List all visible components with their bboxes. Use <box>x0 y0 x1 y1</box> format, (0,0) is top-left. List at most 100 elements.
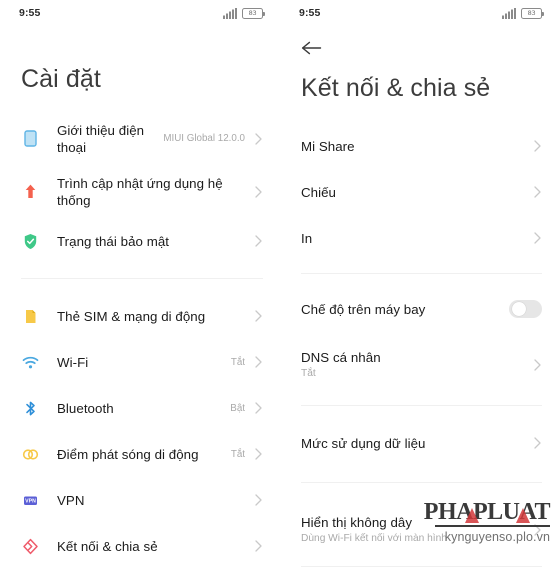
settings-row-text: Thẻ SIM & mạng di động <box>57 308 245 325</box>
chevron-right-icon <box>254 402 263 414</box>
row-text: Mi Share <box>301 138 533 155</box>
back-arrow-icon[interactable] <box>301 40 322 61</box>
chevron-right-icon <box>254 494 263 506</box>
chevron-right-icon <box>533 437 542 449</box>
row-cast[interactable]: Chiếu <box>280 169 559 215</box>
settings-row-label: Trạng thái bảo mật <box>57 233 170 249</box>
settings-row-label: Thẻ SIM & mạng di động <box>57 308 206 324</box>
chevron-right-icon <box>533 140 542 152</box>
status-clock: 9:55 <box>19 7 41 19</box>
chevron-right-icon <box>254 310 263 322</box>
status-clock: 9:55 <box>299 7 321 19</box>
settings-row-value: Tắt <box>230 448 245 460</box>
row-text: Chiếu <box>301 184 533 201</box>
row-label: Mi Share <box>301 138 355 154</box>
settings-row-security-status[interactable]: Trạng thái bảo mật <box>0 218 280 264</box>
connection-share-icon <box>21 537 57 556</box>
system-update-icon <box>21 182 57 201</box>
chevron-right-icon <box>254 185 263 198</box>
hotspot-icon <box>21 445 57 464</box>
settings-row-text: Giới thiệu điện thoại <box>57 122 163 156</box>
settings-row-about-phone[interactable]: Giới thiệu điện thoại MIUI Global 12.0.0 <box>0 112 280 165</box>
list-divider <box>301 482 542 483</box>
settings-row-text: Trạng thái bảo mật <box>57 233 245 250</box>
list-divider <box>301 273 542 274</box>
status-indicators: 83 <box>223 7 266 19</box>
settings-row-mobile-hotspot[interactable]: Điểm phát sóng di động Tắt <box>0 431 280 477</box>
back-button[interactable] <box>280 26 559 56</box>
battery-icon: 83 <box>242 7 266 19</box>
page-title: Cài đặt <box>21 65 101 93</box>
page-title: Kết nối & chia sẻ <box>301 74 491 102</box>
row-text: In <box>301 230 533 247</box>
row-sublabel: Tắt <box>301 367 316 379</box>
list-divider <box>301 405 542 406</box>
row-mi-share[interactable]: Mi Share <box>280 123 559 169</box>
airplane-mode-toggle[interactable] <box>509 300 542 318</box>
row-text: DNS cá nhân Tắt <box>301 349 533 381</box>
battery-icon: 83 <box>521 7 545 19</box>
settings-row-text: VPN <box>57 492 245 509</box>
svg-text:VPN: VPN <box>25 498 36 504</box>
settings-row-label: Bluetooth <box>57 400 114 416</box>
chevron-right-icon <box>254 448 263 460</box>
connection-sharing-screen: 9:55 83 Kết nối & chia sẻ Mi Share Chiếu… <box>280 0 559 581</box>
settings-row-vpn[interactable]: VPN VPN <box>0 477 280 523</box>
row-label: DNS cá nhân <box>301 349 381 365</box>
chevron-right-icon <box>254 540 263 552</box>
row-label: Hiển thị không dây <box>301 514 413 530</box>
connection-sharing-list: Mi Share Chiếu In Chế độ trên máy bay DN… <box>280 123 559 581</box>
list-divider <box>21 278 263 279</box>
settings-row-text: Bluetooth <box>57 400 230 417</box>
chevron-right-icon <box>533 186 542 198</box>
chevron-right-icon <box>533 232 542 244</box>
dual-screenshot-container: 9:55 83 Cài đặt Giới thiệu điện thoại MI… <box>0 0 559 581</box>
row-private-dns[interactable]: DNS cá nhân Tắt <box>280 338 559 391</box>
settings-row-label: Wi-Fi <box>57 354 89 370</box>
battery-level-text: 83 <box>248 8 257 17</box>
chevron-right-icon <box>254 132 263 145</box>
settings-row-label: Kết nối & chia sẻ <box>57 538 158 554</box>
settings-row-value: Bật <box>230 402 245 414</box>
security-shield-icon <box>21 232 57 251</box>
settings-row-text: Kết nối & chia sẻ <box>57 538 245 555</box>
settings-row-sim-mobile-network[interactable]: Thẻ SIM & mạng di động <box>0 293 280 339</box>
sim-card-icon <box>21 307 57 326</box>
chevron-right-icon <box>254 356 263 368</box>
settings-list: Giới thiệu điện thoại MIUI Global 12.0.0… <box>0 112 280 581</box>
settings-row-text: Trình cập nhật ứng dụng hệ thống <box>57 175 245 209</box>
status-bar-right: 9:55 83 <box>280 0 559 26</box>
row-text: Chế độ trên máy bay <box>301 301 509 318</box>
row-print[interactable]: In <box>280 215 559 261</box>
signal-bars-icon <box>502 7 516 19</box>
settings-row-value: Tắt <box>230 356 245 368</box>
settings-row-text: Điểm phát sóng di động <box>57 446 231 463</box>
settings-row-value: MIUI Global 12.0.0 <box>163 133 245 144</box>
row-text: Mức sử dụng dữ liệu <box>301 435 533 452</box>
settings-row-wifi[interactable]: Wi-Fi Tắt <box>0 339 280 385</box>
row-label: In <box>301 230 313 246</box>
settings-row-system-app-updater[interactable]: Trình cập nhật ứng dụng hệ thống <box>0 165 280 218</box>
settings-row-label: VPN <box>57 492 85 508</box>
signal-bars-icon <box>223 7 237 19</box>
row-label: Mức sử dụng dữ liệu <box>301 435 426 451</box>
status-bar-left: 9:55 83 <box>0 0 280 26</box>
settings-row-bluetooth[interactable]: Bluetooth Bật <box>0 385 280 431</box>
settings-row-label: Điểm phát sóng di động <box>57 446 199 462</box>
settings-row-label: Trình cập nhật ứng dụng hệ thống <box>57 175 223 208</box>
settings-row-connection-sharing[interactable]: Kết nối & chia sẻ <box>0 523 280 569</box>
row-reset-network-settings[interactable]: Đặt lại Wi-Fi, mạng di động và Bluetooth <box>280 577 559 581</box>
phone-icon <box>21 129 57 148</box>
row-airplane-mode[interactable]: Chế độ trên máy bay <box>280 286 559 332</box>
chevron-right-icon <box>533 358 542 371</box>
row-data-usage[interactable]: Mức sử dụng dữ liệu <box>280 420 559 466</box>
row-text: Hiển thị không dây Dùng Wi-Fi kết nối vớ… <box>301 514 533 546</box>
chevron-right-icon <box>254 235 263 247</box>
status-indicators: 83 <box>502 7 545 19</box>
wifi-icon <box>21 353 57 372</box>
row-wireless-display[interactable]: Hiển thị không dây Dùng Wi-Fi kết nối vớ… <box>280 503 559 556</box>
settings-row-text: Wi-Fi <box>57 354 231 371</box>
chevron-right-icon <box>533 523 542 536</box>
list-divider <box>301 566 542 567</box>
toggle-knob <box>511 302 526 316</box>
